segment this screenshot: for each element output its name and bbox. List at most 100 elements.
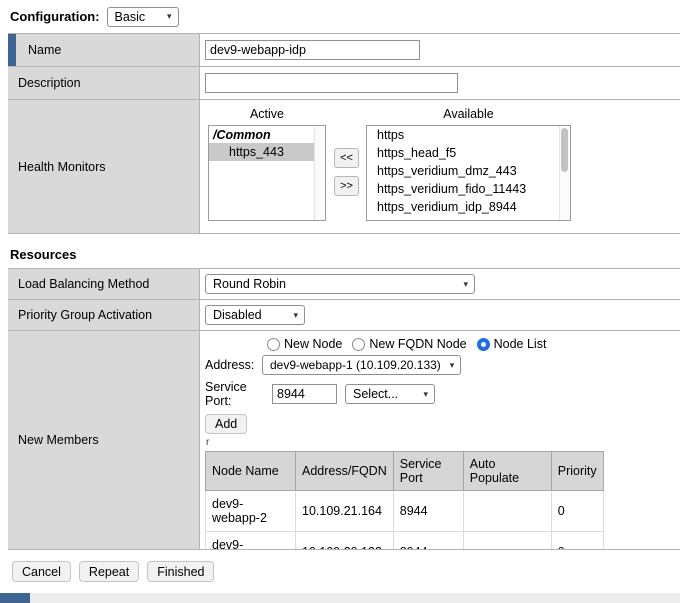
cell-address: 10.109.21.164 [296, 491, 394, 532]
new-members-label: New Members [18, 433, 99, 447]
name-label-cell: Name [8, 34, 200, 66]
configuration-select[interactable]: Basic ▾ [107, 7, 179, 27]
name-value-cell [200, 34, 680, 66]
description-input[interactable] [205, 73, 458, 93]
active-monitor-item[interactable]: https_443 [209, 143, 325, 161]
available-monitor-item[interactable]: https_veridium_dmz_443 [367, 162, 570, 180]
load-balancing-select[interactable]: Round Robin ▾ [205, 274, 475, 294]
required-indicator [8, 34, 16, 66]
active-monitors-listbox[interactable]: /Common https_443 [208, 125, 326, 221]
available-monitors-listbox[interactable]: https https_head_f5 https_veridium_dmz_4… [366, 125, 571, 221]
new-members-row: New Members New Node New FQDN Node Node … [8, 331, 680, 550]
name-input[interactable] [205, 40, 420, 60]
radio-icon[interactable] [267, 338, 280, 351]
priority-group-value-cell: Disabled ▾ [200, 300, 680, 330]
chevron-down-icon: ▾ [423, 390, 428, 399]
finished-button[interactable]: Finished [147, 561, 214, 582]
radio-label-new-fqdn-node: New FQDN Node [369, 337, 466, 351]
bottom-blue-bar [0, 593, 30, 603]
new-members-label-cell: New Members [8, 331, 200, 549]
members-table: Node Name Address/FQDN Service Port Auto… [205, 451, 604, 549]
pool-configuration-page: Configuration: Basic ▾ Name Description [0, 0, 680, 582]
chevron-down-icon: ▾ [293, 311, 298, 320]
new-members-value-cell: New Node New FQDN Node Node List Address… [200, 331, 680, 549]
table-row[interactable]: dev9-webapp-2 10.109.21.164 8944 0 [206, 491, 604, 532]
configuration-bar: Configuration: Basic ▾ [0, 0, 680, 33]
resources-section-title: Resources [10, 247, 680, 262]
available-monitor-item[interactable]: https [367, 126, 570, 144]
load-balancing-label: Load Balancing Method [18, 277, 149, 291]
chevron-down-icon: ▾ [167, 12, 172, 21]
radio-label-node-list: Node List [494, 337, 547, 351]
cell-node-name[interactable]: dev9-webapp-1 [206, 532, 296, 550]
configuration-select-value: Basic [115, 10, 146, 24]
resources-table: Load Balancing Method Round Robin ▾ Prio… [8, 268, 680, 550]
monitor-partition-group: /Common [209, 126, 325, 143]
column-header-auto-populate[interactable]: Auto Populate [463, 452, 551, 491]
load-balancing-row: Load Balancing Method Round Robin ▾ [8, 269, 680, 300]
load-balancing-value-cell: Round Robin ▾ [200, 269, 680, 299]
radio-option-node-list[interactable]: Node List [477, 337, 547, 351]
move-to-active-button[interactable]: << [334, 148, 359, 168]
priority-group-label-cell: Priority Group Activation [8, 300, 200, 330]
scrollbar[interactable] [314, 126, 325, 220]
available-header: Available [443, 107, 494, 121]
name-label: Name [28, 43, 61, 57]
cell-node-name[interactable]: dev9-webapp-2 [206, 491, 296, 532]
scrollbar[interactable] [559, 126, 570, 220]
health-monitors-row: Health Monitors Active /Common https_443… [8, 100, 680, 234]
radio-icon[interactable] [352, 338, 365, 351]
available-monitor-item[interactable]: https_veridium_idp_8944 [367, 198, 570, 216]
chevron-down-icon: ▾ [450, 361, 455, 370]
column-header-priority[interactable]: Priority [551, 452, 603, 491]
description-label-cell: Description [8, 67, 200, 99]
available-monitors-column: Available https https_head_f5 https_veri… [366, 107, 571, 221]
cell-auto-populate [463, 532, 551, 550]
load-balancing-label-cell: Load Balancing Method [8, 269, 200, 299]
active-header: Active [250, 107, 284, 121]
service-port-line: Service Port: Select... ▾ [205, 380, 435, 408]
monitor-move-buttons: << >> [334, 148, 359, 196]
load-balancing-select-value: Round Robin [213, 277, 286, 291]
column-header-service-port[interactable]: Service Port [393, 452, 463, 491]
priority-group-select[interactable]: Disabled ▾ [205, 305, 305, 325]
service-port-select-value: Select... [353, 387, 398, 401]
scrollbar-thumb[interactable] [561, 128, 568, 172]
service-port-label: Service Port: [205, 380, 272, 408]
service-port-input[interactable] [272, 384, 337, 404]
active-monitors-column: Active /Common https_443 [208, 107, 326, 221]
address-select-value: dev9-webapp-1 (10.109.20.133) [270, 358, 441, 372]
radio-checked-icon[interactable] [477, 338, 490, 351]
table-row[interactable]: dev9-webapp-1 10.109.20.133 8944 0 [206, 532, 604, 550]
column-header-node-name[interactable]: Node Name [206, 452, 296, 491]
move-to-available-button[interactable]: >> [334, 176, 359, 196]
radio-option-new-node[interactable]: New Node [267, 337, 342, 351]
priority-group-label: Priority Group Activation [18, 308, 152, 322]
available-monitor-item[interactable]: https_head_f5 [367, 144, 570, 162]
description-label: Description [18, 76, 81, 90]
cell-service-port: 8944 [393, 532, 463, 550]
cell-auto-populate [463, 491, 551, 532]
description-row: Description [8, 67, 680, 100]
available-monitor-item[interactable]: https_veridium_fido_11443 [367, 180, 570, 198]
priority-group-select-value: Disabled [213, 308, 262, 322]
address-label: Address: [205, 358, 262, 372]
cancel-button[interactable]: Cancel [12, 561, 71, 582]
address-select[interactable]: dev9-webapp-1 (10.109.20.133) ▾ [262, 355, 461, 375]
column-header-address-fqdn[interactable]: Address/FQDN [296, 452, 394, 491]
radio-option-new-fqdn-node[interactable]: New FQDN Node [352, 337, 466, 351]
general-properties-table: Name Description Health Monitors Active [8, 33, 680, 234]
address-line: Address: dev9-webapp-1 (10.109.20.133) ▾ [205, 355, 461, 375]
members-table-header-row: Node Name Address/FQDN Service Port Auto… [206, 452, 604, 491]
cell-service-port: 8944 [393, 491, 463, 532]
health-monitors-label: Health Monitors [18, 160, 106, 174]
name-row: Name [8, 34, 680, 67]
add-button[interactable]: Add [205, 414, 247, 434]
health-monitors-label-cell: Health Monitors [8, 100, 200, 233]
repeat-button[interactable]: Repeat [79, 561, 139, 582]
cell-priority: 0 [551, 491, 603, 532]
priority-group-row: Priority Group Activation Disabled ▾ [8, 300, 680, 331]
service-port-select[interactable]: Select... ▾ [345, 384, 435, 404]
health-monitors-value-cell: Active /Common https_443 << >> Available… [200, 100, 680, 233]
cell-address: 10.109.20.133 [296, 532, 394, 550]
